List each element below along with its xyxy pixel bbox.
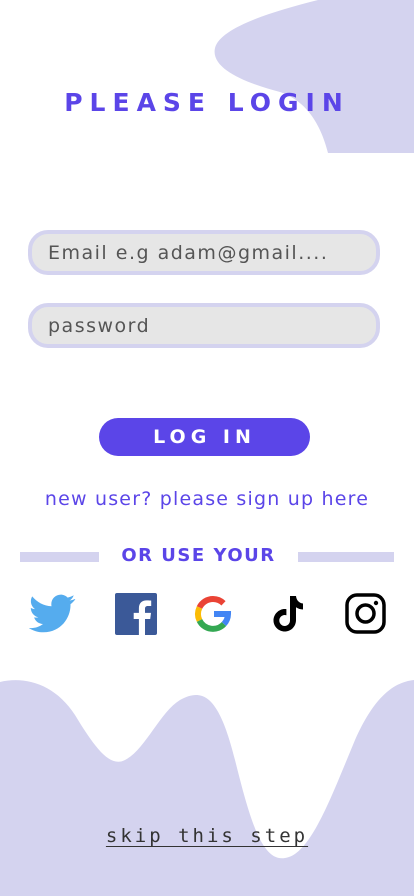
- page-title: PLEASE LOGIN: [64, 88, 350, 117]
- skip-step-container: skip this step: [0, 824, 414, 848]
- google-icon[interactable]: [189, 591, 237, 637]
- twitter-icon[interactable]: [29, 591, 77, 637]
- facebook-icon[interactable]: [112, 591, 160, 637]
- signup-link[interactable]: new user? please sign up here: [0, 486, 414, 512]
- password-field[interactable]: [28, 303, 380, 348]
- instagram-icon[interactable]: [341, 591, 389, 637]
- skip-step-link[interactable]: skip this step: [106, 825, 308, 847]
- tiktok-icon[interactable]: [265, 591, 313, 637]
- login-button[interactable]: LOG IN: [99, 418, 310, 456]
- divider-left: [20, 552, 99, 562]
- divider-right: [298, 552, 394, 562]
- email-field[interactable]: [28, 230, 380, 275]
- or-use-your-label: OR USE YOUR: [121, 545, 276, 566]
